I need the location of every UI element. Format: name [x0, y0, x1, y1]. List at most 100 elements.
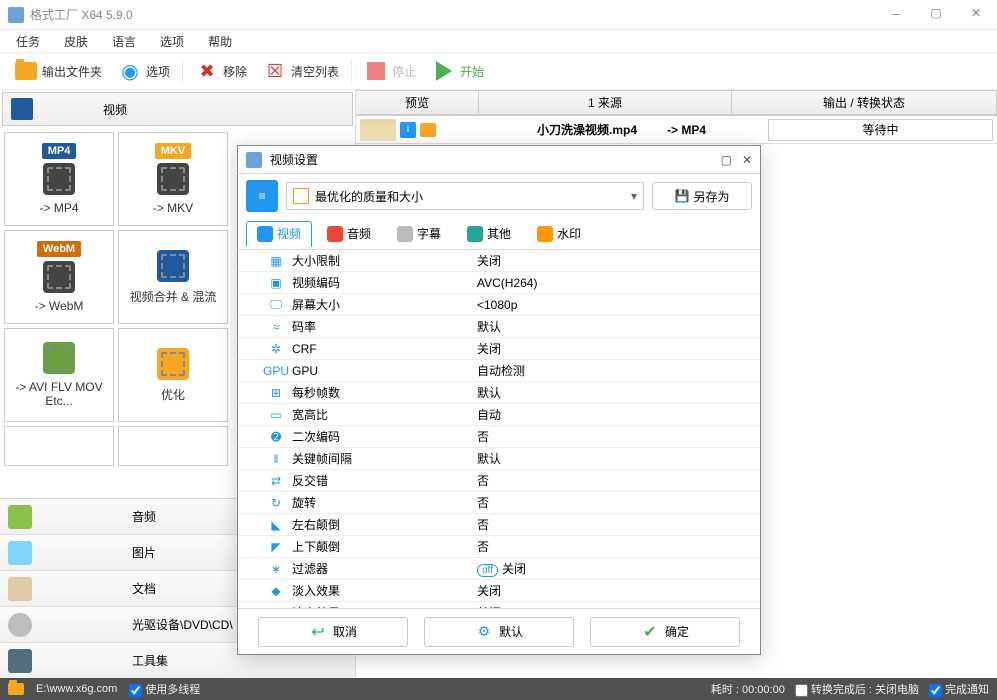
format-webm[interactable]: WebM -> WebM — [4, 230, 114, 324]
setting-label: GPU — [292, 364, 477, 378]
setting-row-0[interactable]: ▦大小限制关闭 — [238, 250, 760, 272]
mp4-badge: MP4 — [42, 143, 77, 159]
setting-row-12[interactable]: ◣左右颠倒否 — [238, 514, 760, 536]
webm-badge: WebM — [37, 241, 81, 257]
sb-after[interactable]: 转换完成后 : 关闭电脑 — [795, 681, 919, 697]
multithread-checkbox[interactable] — [129, 684, 142, 697]
dialog-close[interactable]: ✕ — [742, 153, 752, 167]
sb-folder-icon[interactable] — [8, 683, 24, 695]
setting-label: 屏幕大小 — [292, 296, 477, 313]
after-checkbox[interactable] — [795, 684, 808, 697]
sb-notify[interactable]: 完成通知 — [929, 681, 989, 697]
format-mp4[interactable]: MP4 -> MP4 — [4, 132, 114, 226]
close-button[interactable]: ✕ — [963, 6, 989, 23]
cancel-button[interactable]: ↩取消 — [258, 617, 408, 647]
menu-help[interactable]: 帮助 — [198, 31, 242, 52]
dropdown-icon: ▾ — [631, 189, 637, 203]
setting-row-13[interactable]: ◤上下颠倒否 — [238, 536, 760, 558]
saveas-button[interactable]: 💾 另存为 — [652, 182, 752, 210]
col-source[interactable]: 1 来源 — [479, 90, 732, 115]
setting-icon: ⊞ — [268, 385, 284, 401]
mkv-label: -> MKV — [149, 201, 197, 215]
setting-row-3[interactable]: ≈码率默认 — [238, 316, 760, 338]
tools-label: 工具集 — [132, 652, 168, 669]
options-button[interactable]: ◉ 选项 — [110, 57, 178, 85]
image-icon — [8, 541, 32, 565]
audio-icon — [8, 505, 32, 529]
setting-icon: ‖ — [268, 451, 284, 467]
dialog-icon — [246, 152, 262, 168]
stop-button[interactable]: 停止 — [356, 57, 424, 85]
video-icon — [11, 98, 33, 120]
clear-list-button[interactable]: ☒ 清空列表 — [255, 57, 347, 85]
dialog-tabs: 视频 音频 字幕 其他 水印 — [238, 218, 760, 250]
setting-row-1[interactable]: ▣视频编码AVC(H264) — [238, 272, 760, 294]
format-merge[interactable]: 视频合并 & 混流 — [118, 230, 228, 324]
app-title: 格式工厂 X64 5.9.0 — [30, 6, 133, 23]
setting-row-9[interactable]: ‖关键帧间隔默认 — [238, 448, 760, 470]
setting-row-7[interactable]: ▭宽高比自动 — [238, 404, 760, 426]
format-avi[interactable]: -> AVI FLV MOV Etc... — [4, 328, 114, 422]
folder-icon — [15, 62, 37, 80]
menu-tasks[interactable]: 任务 — [6, 31, 50, 52]
open-folder-icon[interactable] — [420, 123, 436, 137]
stop-label: 停止 — [392, 63, 416, 80]
tab-other[interactable]: 其他 — [456, 221, 522, 247]
format-extra1[interactable] — [4, 426, 114, 466]
setting-icon: ◣ — [268, 517, 284, 533]
setting-row-10[interactable]: ⇄反交错否 — [238, 470, 760, 492]
sb-multithread[interactable]: 使用多线程 — [129, 681, 200, 697]
ok-button[interactable]: ✔确定 — [590, 617, 740, 647]
setting-row-14[interactable]: ∗过滤器off关闭 — [238, 558, 760, 580]
output-folder-button[interactable]: 输出文件夹 — [6, 57, 110, 85]
tab-video[interactable]: 视频 — [246, 221, 312, 247]
col-output[interactable]: 输出 / 转换状态 — [732, 90, 997, 115]
remove-button[interactable]: ✖ 移除 — [187, 57, 255, 85]
setting-value: 默认 — [477, 450, 752, 467]
menu-options[interactable]: 选项 — [150, 31, 194, 52]
file-row[interactable]: i 小刀洗澡视频.mp4 -> MP4 等待中 — [356, 116, 997, 144]
settings-list: ▦大小限制关闭▣视频编码AVC(H264)🖵屏幕大小<1080p≈码率默认✲CR… — [238, 250, 760, 608]
separator — [351, 59, 352, 83]
start-button[interactable]: 开始 — [424, 57, 492, 85]
notify-checkbox[interactable] — [929, 684, 942, 697]
col-preview[interactable]: 预览 — [356, 90, 479, 115]
clear-list-label: 清空列表 — [291, 63, 339, 80]
format-mkv[interactable]: MKV -> MKV — [118, 132, 228, 226]
setting-icon: ◆ — [268, 583, 284, 599]
info-icon[interactable]: i — [400, 122, 416, 138]
format-optimize[interactable]: 优化 — [118, 328, 228, 422]
menu-language[interactable]: 语言 — [102, 31, 146, 52]
watermark-tab-icon — [537, 226, 553, 242]
menu-skin[interactable]: 皮肤 — [54, 31, 98, 52]
tab-subtitle[interactable]: 字幕 — [386, 221, 452, 247]
profile-list-button[interactable]: ≡ — [246, 180, 278, 212]
output-cell: 等待中 — [768, 119, 993, 141]
maximize-button[interactable]: ▢ — [923, 6, 949, 23]
setting-value: 默认 — [477, 384, 752, 401]
setting-row-6[interactable]: ⊞每秒帧数默认 — [238, 382, 760, 404]
remove-icon: ✖ — [195, 59, 219, 83]
audio-label: 音频 — [132, 508, 156, 525]
minimize-button[interactable]: － — [883, 6, 909, 23]
video-category-header[interactable]: 视频 — [2, 92, 353, 126]
clear-icon: ☒ — [263, 59, 287, 83]
setting-row-4[interactable]: ✲CRF关闭 — [238, 338, 760, 360]
dialog-maximize[interactable]: ▢ — [721, 153, 732, 167]
separator — [182, 59, 183, 83]
default-button[interactable]: ⚙默认 — [424, 617, 574, 647]
profile-select[interactable]: 最优化的质量和大小 ▾ — [286, 182, 644, 210]
format-extra2[interactable] — [118, 426, 228, 466]
setting-row-2[interactable]: 🖵屏幕大小<1080p — [238, 294, 760, 316]
setting-row-8[interactable]: ➋二次编码否 — [238, 426, 760, 448]
setting-row-11[interactable]: ↻旋转否 — [238, 492, 760, 514]
setting-row-15[interactable]: ◆淡入效果关闭 — [238, 580, 760, 602]
tab-audio[interactable]: 音频 — [316, 221, 382, 247]
avi-label: -> AVI FLV MOV Etc... — [5, 380, 113, 408]
setting-label: 反交错 — [292, 472, 477, 489]
tab-watermark[interactable]: 水印 — [526, 221, 592, 247]
setting-row-5[interactable]: GPUGPU自动检测 — [238, 360, 760, 382]
column-headers: 预览 1 来源 输出 / 转换状态 — [356, 90, 997, 116]
setting-icon: ✲ — [268, 341, 284, 357]
setting-label: 旋转 — [292, 494, 477, 511]
